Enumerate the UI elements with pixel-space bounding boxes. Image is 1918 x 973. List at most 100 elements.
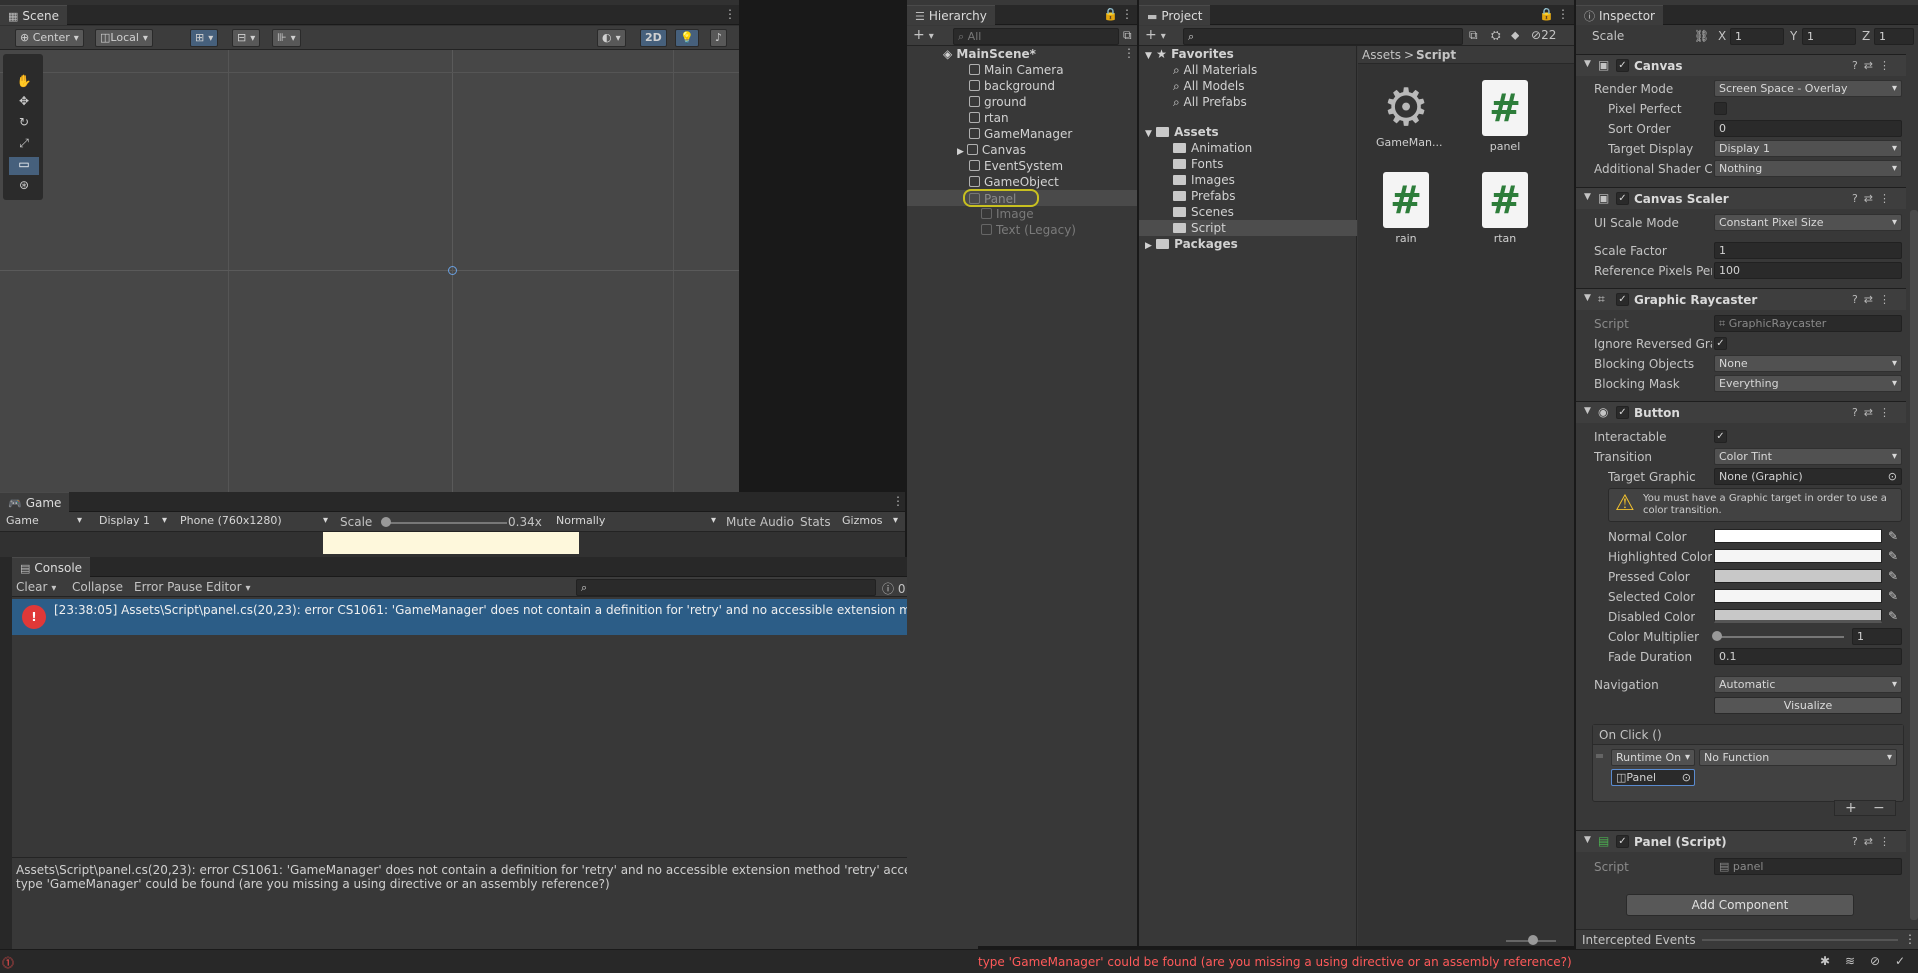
expand-arrow-icon[interactable]: ▼ [1145, 51, 1152, 61]
tab-inspector[interactable]: ⓘ Inspector [1576, 5, 1663, 25]
canvas-scaler-header[interactable]: ▼ ▣ ✓ Canvas Scaler ?⇄⋮ [1576, 187, 1906, 209]
shading-mode-button[interactable]: ◐ [597, 29, 626, 47]
canvas-component-header[interactable]: ▼ ▣ ✓ Canvas ?⇄⋮ [1576, 54, 1906, 76]
scale-slider-track[interactable] [382, 522, 507, 524]
eyedropper-icon[interactable]: ✎ [1888, 549, 1898, 563]
highlighted-color-swatch[interactable] [1714, 549, 1882, 563]
component-actions[interactable]: ?⇄⋮ [1852, 59, 1896, 72]
component-actions[interactable]: ?⇄⋮ [1852, 406, 1896, 419]
ignore-reversed-checkbox[interactable]: ✓ [1714, 337, 1727, 350]
pixel-perfect-checkbox[interactable] [1714, 102, 1727, 115]
collapse-arrow-icon[interactable]: ▼ [1584, 192, 1591, 202]
object-picker-icon[interactable]: ⊙ [1888, 469, 1897, 484]
collapse-arrow-icon[interactable]: ▼ [1584, 835, 1591, 845]
stats-button[interactable]: Stats [800, 515, 831, 529]
component-menu-icon[interactable]: ⋮ [1879, 835, 1896, 848]
hierarchy-item[interactable]: Main Camera [969, 62, 1064, 78]
display-dropdown[interactable]: Display 1 [95, 513, 171, 530]
status-network-icon[interactable]: ⊘ [1870, 954, 1880, 968]
eyedropper-icon[interactable]: ✎ [1888, 589, 1898, 603]
folder-item[interactable]: Scenes [1173, 204, 1234, 220]
scene-root-menu-icon[interactable]: ⋮ [1123, 46, 1135, 60]
icon-size-slider-handle[interactable] [1528, 935, 1538, 945]
transition-dropdown[interactable]: Color Tint [1714, 448, 1902, 465]
move-tool-icon[interactable]: ✥ [9, 94, 39, 112]
preset-icon[interactable]: ⇄ [1864, 59, 1879, 72]
hierarchy-item[interactable]: background [969, 78, 1055, 94]
create-asset-button[interactable]: + [1145, 27, 1166, 43]
breadcrumb-script[interactable]: Script [1416, 48, 1456, 62]
shader-channels-dropdown[interactable]: Nothing [1714, 160, 1902, 177]
tab-game[interactable]: 🎮 Game [0, 492, 70, 512]
hierarchy-item[interactable]: GameObject [969, 174, 1059, 190]
expand-arrow-icon[interactable]: ▶ [957, 147, 964, 157]
add-component-button[interactable]: Add Component [1626, 894, 1854, 916]
lock-icon[interactable]: 🔒 [1103, 7, 1118, 21]
2d-toggle[interactable]: 2D [640, 29, 667, 47]
eyedropper-icon[interactable]: ✎ [1888, 529, 1898, 543]
help-icon[interactable]: ? [1852, 59, 1864, 72]
preset-icon[interactable]: ⇄ [1864, 406, 1879, 419]
hierarchy-item[interactable]: Image [981, 206, 1034, 222]
interactable-checkbox[interactable]: ✓ [1714, 430, 1727, 443]
button-enabled-checkbox[interactable]: ✓ [1616, 406, 1629, 419]
function-dropdown[interactable]: No Function [1699, 749, 1897, 766]
ruler-button[interactable]: ⊪ [272, 29, 301, 47]
fade-duration-field[interactable]: 0.1 [1714, 648, 1902, 665]
project-menu-icon[interactable]: ⋮ [1557, 7, 1569, 21]
canvas-scaler-enabled-checkbox[interactable]: ✓ [1616, 192, 1629, 205]
component-menu-icon[interactable]: ⋮ [1879, 192, 1896, 205]
rect-tool-icon[interactable]: ▭ [9, 157, 39, 175]
ui-scale-mode-dropdown[interactable]: Constant Pixel Size [1714, 214, 1902, 231]
blocking-mask-dropdown[interactable]: Everything [1714, 375, 1902, 392]
favorite-item[interactable]: ⌕ All Materials [1173, 62, 1257, 78]
hierarchy-item[interactable]: ground [969, 94, 1026, 110]
component-actions[interactable]: ?⇄⋮ [1852, 835, 1896, 848]
raycaster-enabled-checkbox[interactable]: ✓ [1616, 293, 1629, 306]
visualize-button[interactable]: Visualize [1714, 697, 1902, 714]
color-multiplier-field[interactable]: 1 [1852, 628, 1902, 645]
create-button[interactable]: + [913, 27, 934, 43]
pressed-color-swatch[interactable] [1714, 569, 1882, 583]
selected-color-swatch[interactable] [1714, 589, 1882, 603]
runtime-mode-dropdown[interactable]: Runtime On [1611, 749, 1695, 766]
scale-z-field[interactable]: 1 [1874, 28, 1914, 45]
game-menu-icon[interactable]: ⋮ [892, 494, 904, 508]
collapse-arrow-icon[interactable]: ▼ [1584, 293, 1591, 303]
favorites-group[interactable]: ▼ ★ Favorites [1145, 46, 1234, 62]
help-icon[interactable]: ? [1852, 192, 1864, 205]
view-dropdown[interactable]: Game [2, 513, 86, 530]
pivot-dropdown[interactable]: ⊕ Center [15, 29, 84, 47]
tag-icon[interactable]: ⬥ [1511, 28, 1519, 43]
target-display-dropdown[interactable]: Display 1 [1714, 140, 1902, 157]
rotate-tool-icon[interactable]: ↻ [9, 115, 39, 133]
constrain-proportions-icon[interactable]: ⛓ [1694, 29, 1709, 43]
tab-scene[interactable]: ▦ Scene [0, 5, 67, 25]
target-graphic-field[interactable]: None (Graphic) ⊙ [1714, 468, 1902, 485]
breadcrumb-assets[interactable]: Assets [1362, 48, 1401, 62]
reference-pixels-field[interactable]: 100 [1714, 262, 1902, 279]
color-multiplier-handle[interactable] [1712, 631, 1722, 641]
expand-arrow-icon[interactable]: ▼ [1145, 129, 1152, 139]
hierarchy-search-input[interactable]: ⌕ All [953, 28, 1119, 45]
scale-tool-icon[interactable]: ⤢ [9, 136, 39, 154]
hierarchy-item[interactable]: GameManager [969, 126, 1072, 142]
audio-toggle[interactable]: ♪ [710, 29, 728, 47]
asset-item[interactable]: ⚙ GameMan... [1376, 80, 1442, 149]
asset-item[interactable]: # rain [1376, 172, 1436, 245]
remove-event-button[interactable]: − [1873, 800, 1885, 816]
eyedropper-icon[interactable]: ✎ [1888, 569, 1898, 583]
collapse-arrow-icon[interactable]: ▼ [1584, 406, 1591, 416]
folder-item[interactable]: Fonts [1173, 156, 1223, 172]
panel-script-header[interactable]: ▼ ▤ ✓ Panel (Script) ?⇄⋮ [1576, 830, 1906, 852]
tab-hierarchy[interactable]: ☰ Hierarchy [907, 5, 995, 25]
folder-item[interactable]: Images [1173, 172, 1235, 188]
scene-root[interactable]: ◈ MainScene* [943, 46, 1036, 62]
favorite-item[interactable]: ⌕ All Prefabs [1173, 94, 1247, 110]
status-debug-icon[interactable]: ✱ [1820, 954, 1830, 968]
packages-group[interactable]: ▶ Packages [1145, 236, 1238, 252]
eyedropper-icon[interactable]: ✎ [1888, 609, 1898, 623]
scale-factor-field[interactable]: 1 [1714, 242, 1902, 259]
space-dropdown[interactable]: ◫Local [95, 29, 153, 47]
console-entry-selected[interactable]: ! [23:38:05] Assets\Script\panel.cs(20,2… [12, 599, 978, 635]
